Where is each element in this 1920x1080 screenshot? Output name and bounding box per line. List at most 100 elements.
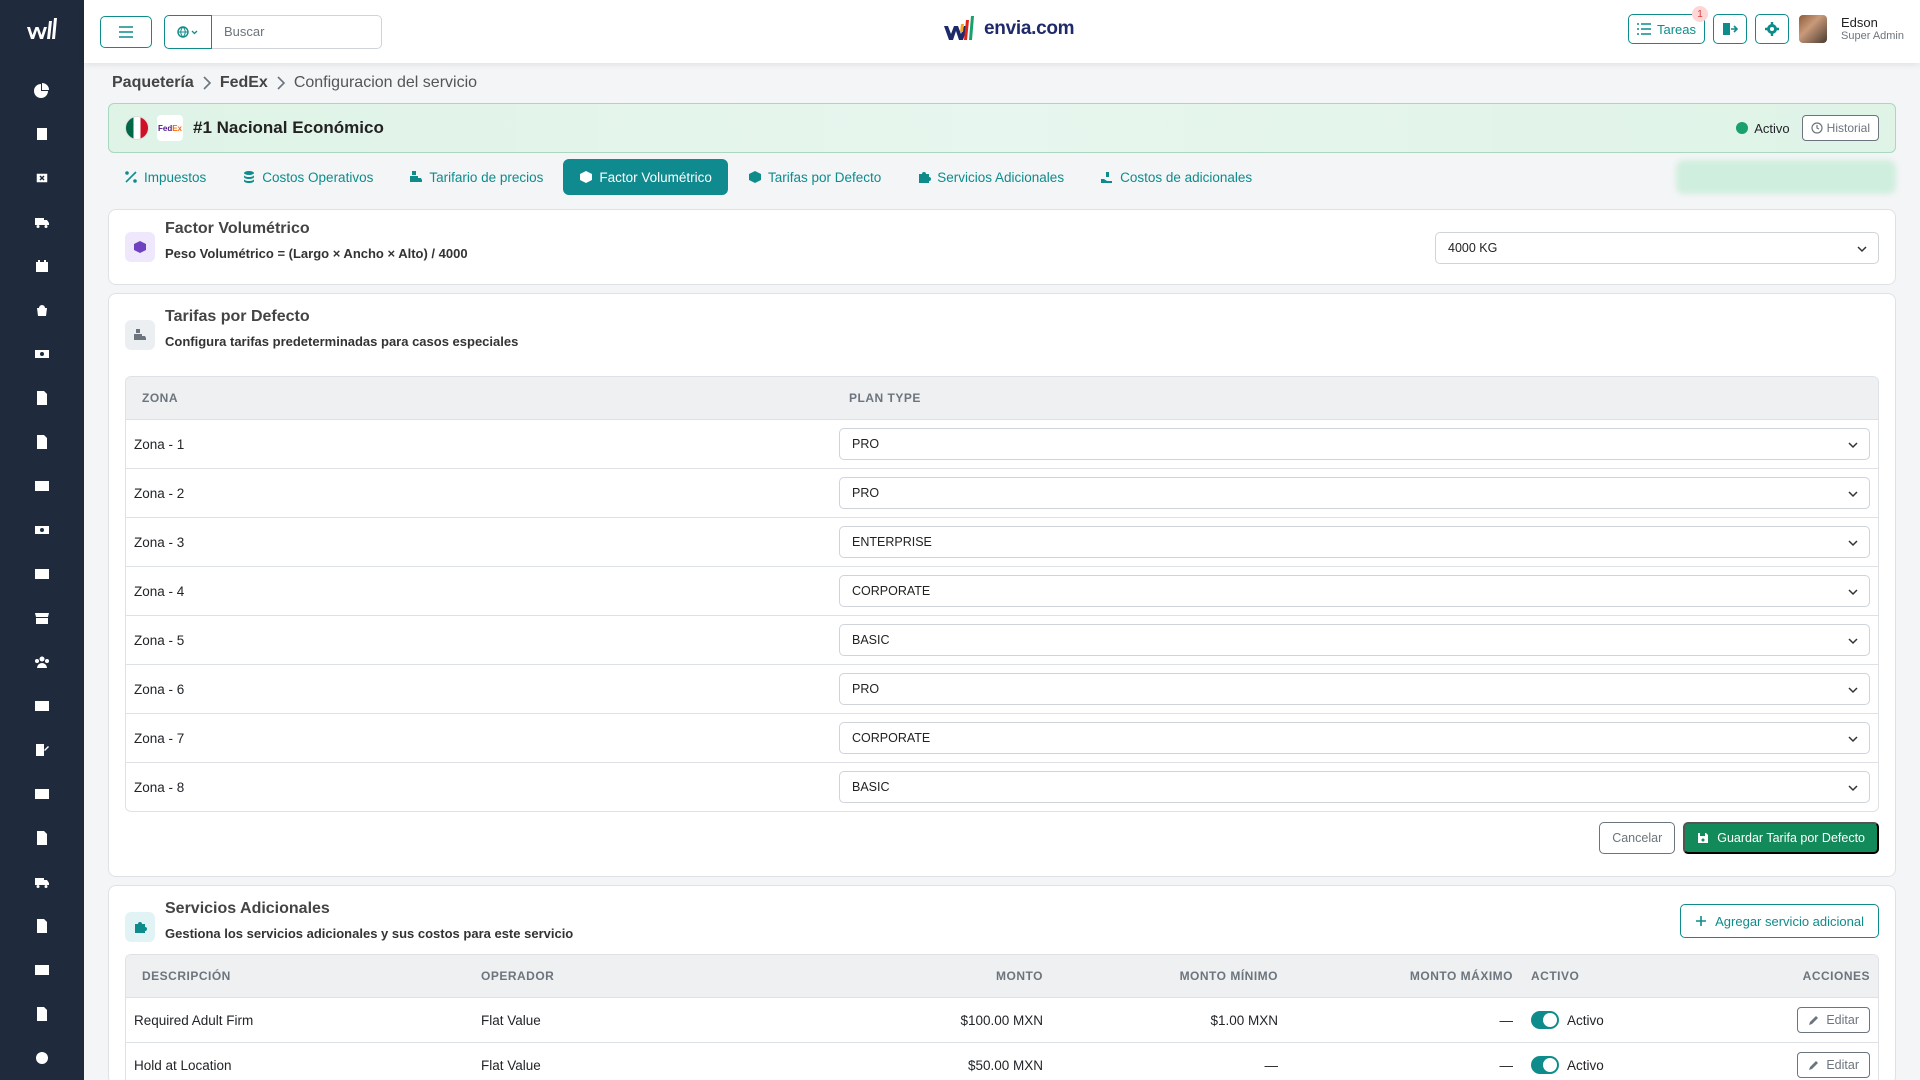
app-logo[interactable] <box>0 0 84 62</box>
sidebar-item-store[interactable] <box>0 596 84 640</box>
truck-fast-icon <box>35 878 49 888</box>
sidebar-item-tickets[interactable] <box>0 948 84 992</box>
chevron-down-icon <box>1848 442 1858 449</box>
sidebar-item-users[interactable] <box>0 640 84 684</box>
amount-cell: $100.00 MXN <box>960 1012 1043 1028</box>
factor-select[interactable]: 4000 KG <box>1435 232 1879 264</box>
zona-cell: Zona - 1 <box>134 436 185 452</box>
sidebar-item-shipments[interactable] <box>0 156 84 200</box>
edit-button[interactable]: Editar <box>1797 1052 1870 1078</box>
edit-button[interactable]: Editar <box>1797 1007 1870 1033</box>
menu-toggle-button[interactable] <box>100 15 152 48</box>
plan-type-select[interactable]: ENTERPRISE <box>839 526 1870 558</box>
sidebar-item-cards[interactable] <box>0 464 84 508</box>
tab-label: Factor Volumétrico <box>599 169 712 185</box>
brand-logo[interactable]: envia.com <box>942 14 1075 44</box>
tab-tarifario[interactable]: Tarifario de precios <box>393 159 559 195</box>
percent-icon <box>125 171 137 183</box>
plan-type-select[interactable]: BASIC <box>839 624 1870 656</box>
tab-costos-adicionales[interactable]: Costos de adicionales <box>1084 159 1268 195</box>
history-button[interactable]: Historial <box>1801 115 1879 141</box>
cube-icon <box>125 232 155 262</box>
sidebar-item-truck[interactable] <box>0 200 84 244</box>
sidebar-item-list[interactable] <box>0 772 84 816</box>
mexico-flag-icon <box>125 116 149 140</box>
file-lines-icon <box>37 919 47 933</box>
shopping-bag-icon <box>37 305 47 316</box>
sidebar-item-calendar[interactable] <box>0 244 84 288</box>
zona-cell: Zona - 7 <box>134 730 185 746</box>
table-row: Zona - 1 PRO <box>126 419 1878 468</box>
breadcrumb-paqueteria[interactable]: Paquetería <box>112 74 194 92</box>
plus-icon <box>1696 916 1707 926</box>
sidebar-item-notes[interactable] <box>0 992 84 1036</box>
envia-logo-icon <box>944 16 974 40</box>
tabs: Impuestos Costos Operativos Tarifario de… <box>108 153 1908 201</box>
search-input[interactable] <box>212 14 382 49</box>
plan-type-select[interactable]: PRO <box>839 428 1870 460</box>
tasks-label: Tareas <box>1656 21 1697 37</box>
table-row: Zona - 8 BASIC <box>126 762 1878 811</box>
user-block[interactable]: Edson Super Admin <box>1841 15 1904 44</box>
plan-type-value: CORPORATE <box>852 584 931 598</box>
sidebar-item-docs[interactable] <box>0 376 84 420</box>
plan-type-select[interactable]: CORPORATE <box>839 722 1870 754</box>
sidebar-item-files[interactable] <box>0 904 84 948</box>
sidebar-item-edit[interactable] <box>0 728 84 772</box>
language-dropdown-button[interactable] <box>164 14 212 49</box>
desc-cell: Hold at Location <box>134 1057 232 1073</box>
table-row: Required Adult Firm Flat Value $100.00 MXN… <box>126 997 1878 1042</box>
brand-name: envia.com <box>984 18 1075 39</box>
sidebar-item-reports[interactable] <box>0 816 84 860</box>
add-service-button[interactable]: Agregar servicio adicional <box>1680 904 1879 938</box>
settings-button[interactable] <box>1755 14 1790 44</box>
tarifas-defecto-card: Tarifas por Defecto Configura tarifas pr… <box>108 293 1896 877</box>
plan-type-select[interactable]: BASIC <box>839 771 1870 803</box>
logout-button[interactable] <box>1713 14 1748 44</box>
plan-type-select[interactable]: PRO <box>839 673 1870 705</box>
tasks-button[interactable]: Tareas 1 <box>1627 6 1709 44</box>
sidebar-item-billing[interactable] <box>0 332 84 376</box>
breadcrumb: Paquetería FedEx Configuracion del servi… <box>112 63 1908 103</box>
plan-type-value: CORPORATE <box>852 731 931 745</box>
sidebar-item-invoices[interactable] <box>0 420 84 464</box>
file-invoice-icon <box>37 435 47 449</box>
cancel-button[interactable]: Cancelar <box>1599 822 1676 854</box>
box-icon <box>748 171 761 183</box>
sidebar-item-dashboard[interactable] <box>0 68 84 112</box>
sidebar-item-contacts[interactable] <box>0 684 84 728</box>
truck-icon <box>35 218 49 228</box>
chart-pie-icon <box>34 83 49 98</box>
save-tarifa-button[interactable]: Guardar Tarifa por Defecto <box>1683 822 1879 854</box>
active-cell: Activo <box>1521 1011 1691 1029</box>
sidebar-item-accounts[interactable] <box>0 552 84 596</box>
vcard-icon <box>35 569 49 579</box>
tab-label: Impuestos <box>144 169 207 185</box>
tab-factor-volumetrico[interactable]: Factor Volumétrico <box>563 159 728 195</box>
active-label: Activo <box>1567 1057 1604 1073</box>
tab-tarifas-defecto[interactable]: Tarifas por Defecto <box>732 159 897 195</box>
address-card-icon <box>35 701 49 711</box>
sidebar-item-orders[interactable] <box>0 112 84 156</box>
sidebar-item-payments[interactable] <box>0 508 84 552</box>
avatar[interactable] <box>1799 15 1828 43</box>
chevron-down-icon <box>1848 785 1858 792</box>
service-header: Fed Ex #1 Nacional Económico Activo Histo… <box>108 103 1896 153</box>
active-toggle[interactable] <box>1531 1056 1559 1074</box>
plan-type-select[interactable]: CORPORATE <box>839 575 1870 607</box>
sidebar-item-delivery[interactable] <box>0 860 84 904</box>
tab-servicios-adicionales[interactable]: Servicios Adicionales <box>901 159 1080 195</box>
plan-type-select[interactable]: PRO <box>839 477 1870 509</box>
sidebar-item-more[interactable] <box>0 1036 84 1080</box>
table-row: Zona - 2 PRO <box>126 468 1878 517</box>
hand-holding-icon <box>1101 172 1113 183</box>
tab-label: Servicios Adicionales <box>937 169 1065 185</box>
active-toggle[interactable] <box>1531 1011 1559 1029</box>
tab-impuestos[interactable]: Impuestos <box>108 159 222 195</box>
sidebar-item-shop[interactable] <box>0 288 84 332</box>
tab-costos-operativos[interactable]: Costos Operativos <box>226 159 389 195</box>
pencil-icon <box>1809 1016 1819 1025</box>
chevron-down-icon <box>1848 638 1858 645</box>
topbar-actions: Tareas 1 Edson Super Admin <box>1627 6 1904 44</box>
breadcrumb-carrier[interactable]: FedEx <box>220 74 268 92</box>
